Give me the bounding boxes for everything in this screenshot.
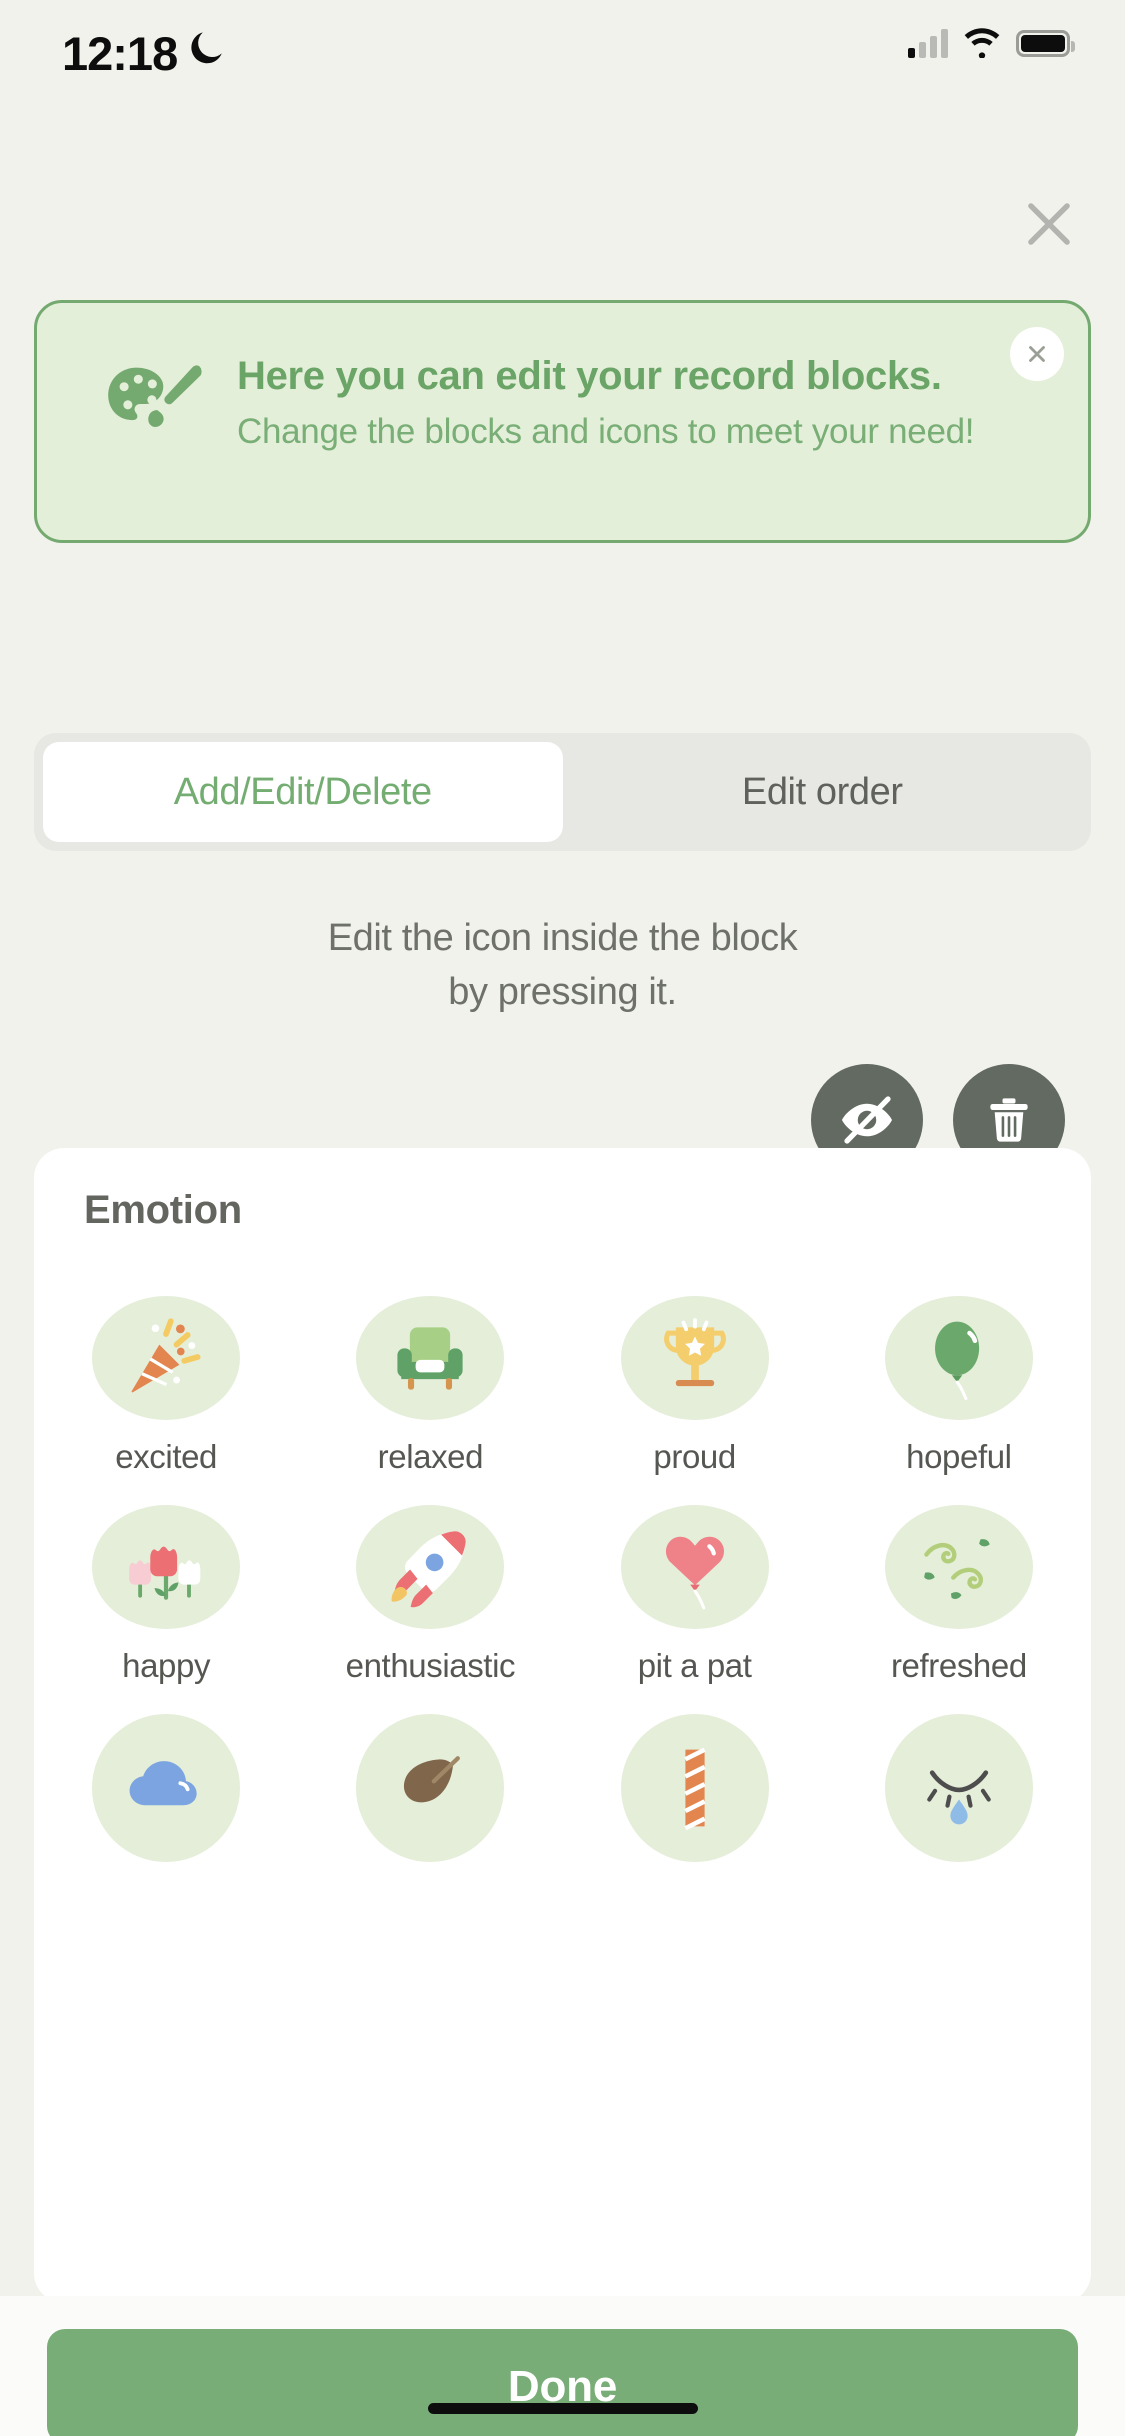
block-item-crying[interactable] <box>827 1686 1091 1895</box>
palette-paintbrush-icon <box>108 365 202 427</box>
icon-circle <box>620 1505 769 1629</box>
close-icon <box>1029 346 1045 362</box>
home-indicator <box>427 2403 698 2414</box>
icon-circle <box>884 1714 1033 1862</box>
block-item-label: hopeful <box>906 1437 1012 1475</box>
heart-balloon-icon <box>665 1536 724 1610</box>
rocket-icon <box>391 1531 467 1608</box>
trophy-icon <box>663 1318 726 1387</box>
block-item-pit-a-pat[interactable]: pit a pat <box>563 1477 827 1686</box>
screen-root: 12:18 Here you can edit your record bloc… <box>0 0 1125 2436</box>
icon-circle <box>620 1714 769 1862</box>
block-item-label: excited <box>115 1437 217 1475</box>
cellular-signal-icon <box>908 28 948 58</box>
instruction-text: Edit the icon inside the block by pressi… <box>0 912 1125 1020</box>
status-bar-time: 12:18 <box>62 27 178 80</box>
instruction-line-1: Edit the icon inside the block <box>327 917 798 959</box>
close-screen-button[interactable] <box>993 168 1105 280</box>
icon-circle <box>92 1714 241 1862</box>
block-item-proud[interactable]: proud <box>563 1268 827 1477</box>
block-item-excited[interactable]: excited <box>34 1268 298 1477</box>
cloud-icon <box>129 1761 197 1806</box>
block-item-cloud[interactable] <box>34 1686 298 1895</box>
balloon-icon <box>934 1321 979 1401</box>
wifi-icon <box>964 28 1000 58</box>
icon-circle <box>884 1296 1033 1420</box>
tooltip-banner: Here you can edit your record blocks. Ch… <box>34 300 1091 543</box>
icon-circle <box>356 1505 505 1629</box>
mode-segmented-control: Add/Edit/Delete Edit order <box>34 733 1091 851</box>
block-card-emotion: Emotion excited relaxed proud hopeful ha… <box>34 1148 1091 2303</box>
block-item-enthusiastic[interactable]: enthusiastic <box>298 1477 562 1686</box>
block-item-rope[interactable] <box>563 1686 827 1895</box>
block-item-label: enthusiastic <box>345 1646 516 1684</box>
block-item-refreshed[interactable]: refreshed <box>827 1477 1091 1686</box>
wind-leaves-icon <box>923 1538 990 1599</box>
icon-circle <box>92 1296 241 1420</box>
dismiss-tooltip-button[interactable] <box>1010 327 1064 381</box>
done-button-wrap: Done <box>47 2329 1078 2436</box>
armchair-icon <box>397 1327 463 1390</box>
battery-icon <box>1016 29 1075 57</box>
block-item-hopeful[interactable]: hopeful <box>827 1268 1091 1477</box>
tooltip-text-block: Here you can edit your record blocks. Ch… <box>237 351 997 456</box>
close-icon <box>1028 203 1070 245</box>
status-bar-indicators <box>908 28 1075 58</box>
trash-icon <box>990 1098 1028 1142</box>
crying-eye-icon <box>927 1770 991 1825</box>
block-item-label: pit a pat <box>637 1646 752 1684</box>
block-item-label: relaxed <box>377 1437 484 1475</box>
block-item-leaf[interactable] <box>298 1686 562 1895</box>
twisted-rope-icon <box>684 1747 706 1831</box>
tab-edit-order[interactable]: Edit order <box>563 742 1083 842</box>
eye-off-icon <box>842 1096 892 1144</box>
tooltip-subtitle: Change the blocks and icons to meet your… <box>237 412 975 452</box>
status-bar: 12:18 <box>0 0 1125 110</box>
block-item-relaxed[interactable]: relaxed <box>298 1268 562 1477</box>
card-title: Emotion <box>84 1188 242 1232</box>
block-item-label: refreshed <box>890 1646 1027 1684</box>
falling-leaf-icon <box>404 1756 461 1803</box>
tab-add-edit-delete[interactable]: Add/Edit/Delete <box>43 742 563 842</box>
icon-circle <box>620 1296 769 1420</box>
party-popper-icon <box>131 1318 201 1393</box>
block-item-label: happy <box>122 1646 211 1684</box>
moon-icon <box>191 32 222 64</box>
done-button[interactable]: Done <box>47 2329 1078 2436</box>
block-item-label: proud <box>653 1437 736 1475</box>
icon-circle <box>884 1505 1033 1629</box>
icon-circle <box>356 1714 505 1862</box>
emotion-icon-grid: excited relaxed proud hopeful happy enth… <box>34 1268 1091 1895</box>
tulips-icon <box>129 1546 201 1600</box>
instruction-line-2: by pressing it. <box>448 970 677 1013</box>
icon-circle <box>92 1505 241 1629</box>
block-item-happy[interactable]: happy <box>34 1477 298 1686</box>
tooltip-title: Here you can edit your record blocks. <box>237 354 942 398</box>
icon-circle <box>356 1296 505 1420</box>
